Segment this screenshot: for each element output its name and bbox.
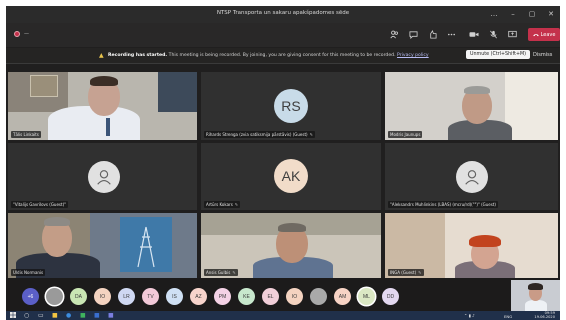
- close-button[interactable]: ✕: [546, 9, 556, 19]
- more-options-icon[interactable]: …: [489, 9, 499, 19]
- avatar: RS: [274, 89, 308, 123]
- maximize-button[interactable]: ▢: [527, 9, 537, 19]
- participant-name: Artūrs Kokars: [206, 202, 233, 207]
- teams-window: NTSP Transporta un sakaru apakšpadomes s…: [6, 6, 560, 311]
- muted-mic-icon: ✎: [418, 270, 422, 275]
- participant-tile[interactable]: Uldis Normanis: [8, 213, 197, 278]
- system-tray-icons[interactable]: ⌃ ▮ ♪: [464, 312, 475, 319]
- muted-mic-icon: ✎: [234, 202, 239, 207]
- participant-avatar[interactable]: IO: [94, 288, 111, 305]
- person-icon: [97, 170, 111, 185]
- participant-avatar[interactable]: [310, 288, 327, 305]
- leave-button[interactable]: Leave: [528, 28, 560, 41]
- banner-title: Recording has started.: [108, 53, 168, 58]
- participant-avatar[interactable]: ML: [358, 288, 375, 305]
- participant-name: INGA (Guest): [390, 270, 417, 275]
- leave-label: Leave: [540, 31, 556, 38]
- teams-icon[interactable]: ■: [108, 312, 114, 319]
- share-screen-icon[interactable]: [507, 30, 517, 42]
- participant-name: "Vitalijs Gavrilovs (Guest)": [11, 201, 68, 208]
- participant-name: Uldis Normanis: [11, 269, 46, 276]
- participant-avatar[interactable]: KE: [238, 288, 255, 305]
- windows-start-icon[interactable]: [10, 312, 16, 320]
- participant-avatar[interactable]: DA: [70, 288, 87, 305]
- camera-icon[interactable]: [469, 30, 479, 42]
- participant-tile[interactable]: Tālis Linkaits: [8, 72, 197, 140]
- participant-name: "Aleksandrs Muhlinkins (LBAS) (mcru/rd)(…: [388, 201, 498, 208]
- participant-avatar[interactable]: AM: [334, 288, 351, 305]
- more-actions-icon[interactable]: [446, 30, 456, 42]
- avatar: [88, 161, 120, 193]
- participant-avatar[interactable]: AZ: [190, 288, 207, 305]
- phone-hangup-icon: [532, 33, 539, 36]
- participant-avatar[interactable]: PM: [214, 288, 231, 305]
- minimize-button[interactable]: –: [508, 9, 518, 19]
- clock-date: 19.06.2020: [534, 315, 555, 320]
- participant-avatar[interactable]: TV: [142, 288, 159, 305]
- avatar: AK: [274, 159, 308, 193]
- participant-name: Ansis Gulbis: [206, 270, 231, 275]
- reactions-icon[interactable]: [427, 29, 437, 42]
- participant-avatar[interactable]: IO: [286, 288, 303, 305]
- muted-mic-icon: ✎: [309, 132, 313, 137]
- participant-avatar[interactable]: IS: [166, 288, 183, 305]
- participant-avatar[interactable]: LR: [118, 288, 135, 305]
- participant-name: Tālis Linkaits: [11, 131, 41, 138]
- search-icon[interactable]: ○: [24, 312, 29, 319]
- poster-image: [120, 217, 172, 272]
- participant-tile[interactable]: INGA (Guest) ✎: [385, 213, 558, 278]
- participant-avatar[interactable]: [46, 288, 63, 305]
- meeting-toolbar: — Leave: [6, 23, 560, 47]
- meeting-timer: —: [24, 31, 29, 37]
- participant-name: Modris Jaunups: [388, 131, 423, 138]
- taskbar-clock[interactable]: 09:59 19.06.2020: [534, 311, 555, 320]
- video-grid: Tālis Linkaits RS Rihards Strenga (zvia …: [6, 65, 560, 278]
- participant-avatar[interactable]: +6: [22, 288, 39, 305]
- title-bar: NTSP Transporta un sakaru apakšpadomes s…: [6, 6, 560, 23]
- edge-browser-icon[interactable]: ●: [66, 312, 71, 319]
- muted-mic-icon: ✎: [232, 270, 236, 275]
- participant-tile[interactable]: AK Artūrs Kokars ✎: [201, 143, 381, 210]
- recording-indicator-icon: [14, 31, 20, 37]
- wall-picture: [158, 72, 197, 112]
- participant-tile[interactable]: Ansis Gulbis ✎: [201, 213, 381, 278]
- language-indicator[interactable]: ENG: [504, 313, 512, 320]
- participant-avatar[interactable]: DD: [382, 288, 399, 305]
- participant-tile[interactable]: "Vitalijs Gavrilovs (Guest)": [8, 143, 197, 210]
- privacy-policy-link[interactable]: Privacy policy: [397, 53, 429, 58]
- task-view-icon[interactable]: ▭: [38, 312, 44, 319]
- participant-tile[interactable]: "Aleksandrs Muhlinkins (LBAS) (mcru/rd)(…: [385, 143, 558, 210]
- file-explorer-icon[interactable]: ■: [52, 312, 58, 319]
- warning-icon: ▲: [99, 52, 104, 59]
- participant-name: Rihards Strenga (zvia satiksmija pārstāv…: [206, 132, 308, 137]
- window-title: NTSP Transporta un sakaru apakšpadomes s…: [216, 10, 350, 16]
- participants-icon[interactable]: [389, 30, 399, 42]
- dismiss-button[interactable]: Dismiss: [533, 52, 552, 58]
- participant-strip: +6 DA IO LR TV IS AZ PM KE EL IO AM ML DD: [6, 278, 560, 311]
- participant-tile[interactable]: RS Rihards Strenga (zvia satiksmija pārs…: [201, 72, 381, 140]
- unmute-tooltip: Unmute (Ctrl+Shift+M): [466, 50, 530, 59]
- windows-taskbar: ○ ▭ ■ ● ■ ■ ■ ⌃ ▮ ♪ ENG 09:59 19.06.2020: [6, 311, 560, 320]
- chat-icon[interactable]: [408, 30, 418, 42]
- microphone-muted-icon[interactable]: [488, 30, 498, 42]
- word-icon[interactable]: ■: [94, 312, 100, 319]
- participant-tile[interactable]: Modris Jaunups: [385, 72, 558, 140]
- self-video-preview[interactable]: [511, 280, 560, 311]
- participant-avatar[interactable]: EL: [262, 288, 279, 305]
- avatar: [456, 161, 488, 193]
- banner-message: This meeting is being recorded. By joini…: [168, 53, 396, 58]
- coat-of-arms-image: [30, 75, 58, 97]
- person-icon: [465, 170, 479, 185]
- excel-icon[interactable]: ■: [80, 312, 86, 319]
